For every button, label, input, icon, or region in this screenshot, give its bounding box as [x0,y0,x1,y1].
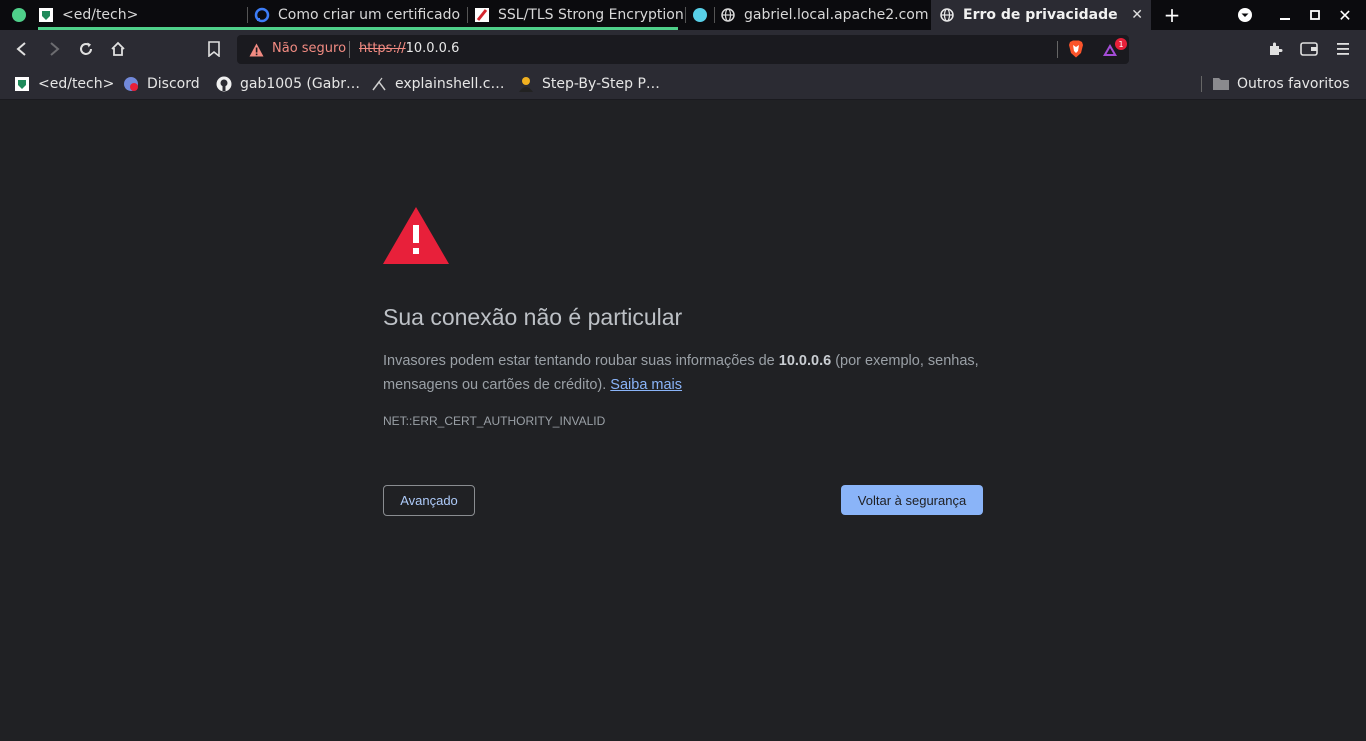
tab-erro-privacidade[interactable]: Erro de privacidade ✕ [931,0,1151,30]
bookmark-label: <ed/tech> [38,76,115,92]
bookmark-icon[interactable] [203,38,225,60]
back-icon[interactable] [11,38,33,60]
bookmark-discord[interactable]: Discord [123,73,200,95]
error-code: NET::ERR_CERT_AUTHORITY_INVALID [383,414,606,428]
divider [1057,41,1058,58]
forward-icon[interactable] [43,38,65,60]
warning-triangle-icon [383,207,449,268]
url-text[interactable]: https://10.0.0.6 [359,41,459,56]
bookmark-edtech[interactable]: <ed/tech> [14,73,114,95]
bookmark-github[interactable]: gab1005 (Gabr… [216,73,360,95]
tab-gabriel-local[interactable]: gabriel.local.apache2.com [720,0,930,30]
description-text: Invasores podem estar tentando roubar su… [383,353,779,369]
wallet-icon[interactable] [1298,38,1320,60]
globe-icon [720,7,736,23]
close-icon[interactable]: ✕ [1131,7,1143,23]
tab-certificado[interactable]: Como criar um certificado [254,0,466,30]
reload-icon[interactable] [75,38,97,60]
not-secure-warning-icon[interactable] [249,42,264,61]
edtech-shield-icon [38,7,54,23]
bookmark-label: explainshell.c… [395,76,505,92]
bookmark-explainshell[interactable]: explainshell.c… [371,73,504,95]
tab-ssl-tls[interactable]: SSL/TLS Strong Encryption [474,0,684,30]
host-name: 10.0.0.6 [778,353,832,369]
address-bar[interactable]: Não seguro https://10.0.0.6 1 [237,35,1129,64]
tab-divider [685,7,686,23]
url-host: 10.0.0.6 [405,41,460,56]
bookmarks-bar: <ed/tech> Discord gab1005 (Gabr… explain… [0,68,1366,100]
bookmark-label: Discord [147,76,200,92]
circle-icon [692,7,708,23]
avatar-icon [518,76,534,92]
extensions-icon[interactable] [1264,38,1286,60]
folder-icon [1213,76,1229,92]
menu-icon[interactable] [1332,38,1354,60]
explainshell-icon [371,76,387,92]
other-bookmarks-folder[interactable]: Outros favoritos [1213,73,1350,95]
globe-icon [939,7,955,23]
tab-title: <ed/tech> [62,7,139,23]
security-status-label[interactable]: Não seguro [272,41,346,56]
bookmark-label: gab1005 (Gabr… [240,76,360,92]
new-tab-icon[interactable]: + [1157,0,1187,30]
divider [349,41,350,58]
home-icon[interactable] [107,38,129,60]
tab-title: Erro de privacidade [963,7,1118,23]
tab-divider [714,7,715,23]
tab-group-dot[interactable] [12,8,26,22]
tab-title: SSL/TLS Strong Encryption [498,7,684,23]
tab-title: gabriel.local.apache2.com [744,7,929,23]
minimize-icon[interactable] [1270,0,1300,30]
digitalocean-icon [254,7,270,23]
window-close-icon[interactable]: ✕ [1330,0,1360,30]
url-scheme: https:// [359,41,406,56]
tab-strip: <ed/tech> Como criar um certificado SSL/… [0,0,1366,30]
divider [1201,76,1202,92]
error-description: Invasores podem estar tentando roubar su… [383,349,983,397]
bookmark-label: Outros favoritos [1237,76,1350,92]
bookmark-label: Step-By-Step P… [542,76,660,92]
tab-title: Como criar um certificado [278,7,461,23]
learn-more-link[interactable]: Saiba mais [610,377,682,393]
tab-edtech[interactable]: <ed/tech> [36,0,246,30]
github-icon [216,76,232,92]
brave-shields-icon[interactable] [1068,40,1084,62]
rewards-notification-badge: 1 [1115,38,1127,50]
tab-divider [467,7,468,23]
error-page: Sua conexão não é particular Invasores p… [0,101,1366,741]
tab-search-dropdown-icon[interactable] [1230,0,1260,30]
discord-icon [123,76,139,92]
back-to-safety-button[interactable]: Voltar à segurança [841,485,983,515]
bookmark-step-by-step[interactable]: Step-By-Step P… [518,73,660,95]
maximize-icon[interactable] [1300,0,1330,30]
page-title: Sua conexão não é particular [383,304,683,330]
tab-pinned-small[interactable] [692,0,712,30]
advanced-button[interactable]: Avançado [383,485,475,516]
edtech-shield-icon [14,76,30,92]
tab-divider [247,7,248,23]
apache-feather-icon [474,7,490,23]
